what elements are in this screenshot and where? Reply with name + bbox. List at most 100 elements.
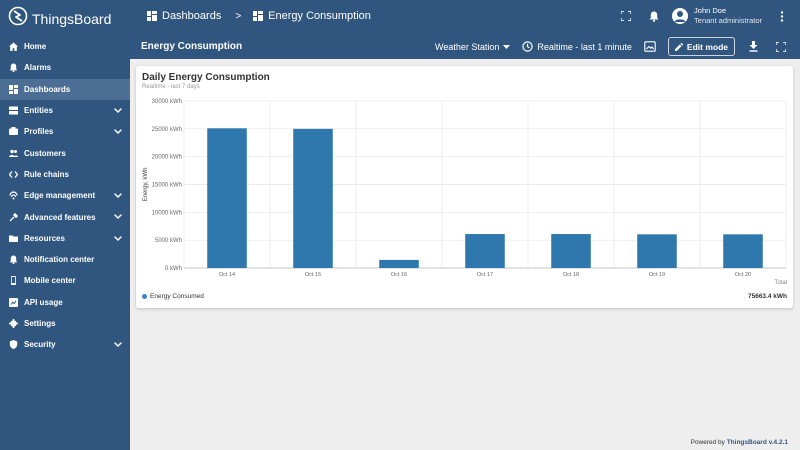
y-tick-label: 30000 kWh <box>152 99 182 105</box>
sidebar-item-label: Edge management <box>24 191 96 201</box>
top-right-tools: John Doe Tenant administrator <box>606 6 790 26</box>
top-bar: ThingsBoard Dashboards > Energy Consumpt… <box>0 0 800 36</box>
sidebar-item-mobile-center[interactable]: Mobile center <box>0 270 130 291</box>
y-tick-label: 20000 kWh <box>152 155 182 161</box>
advanced-icon <box>9 212 18 222</box>
alarm-icon <box>9 63 18 73</box>
edit-mode-button[interactable]: Edit mode <box>667 37 735 56</box>
sidebar-item-label: Dashboards <box>24 84 71 94</box>
user-menu[interactable]: John Doe Tenant administrator <box>672 6 762 26</box>
pencil-icon <box>674 42 683 51</box>
sidebar-item-resources[interactable]: Resources <box>0 228 130 249</box>
widget-card: Daily Energy Consumption Realtime - last… <box>136 66 793 308</box>
total-label: Total <box>774 280 787 286</box>
legend-label: Energy Consumed <box>150 293 204 300</box>
sidebar-item-profiles[interactable]: Profiles <box>0 121 130 142</box>
sidebar-item-customers[interactable]: Customers <box>0 142 130 163</box>
dashboard-icon <box>9 84 18 94</box>
sidebar-item-label: API usage <box>24 297 63 307</box>
sidebar-item-label: Resources <box>24 233 65 243</box>
sidebar-item-advanced-features[interactable]: Advanced features <box>0 206 130 227</box>
sidebar-item-label: Alarms <box>24 63 52 73</box>
avatar <box>672 8 689 24</box>
entity-select-value: Weather Station <box>434 41 500 52</box>
bar <box>293 128 333 268</box>
chevron-down-icon <box>114 234 122 243</box>
sidebar-item-api-usage[interactable]: API usage <box>0 292 130 313</box>
footer-prefix: Powered by <box>690 439 725 446</box>
sidebar-item-label: Settings <box>24 319 56 328</box>
settings-icon <box>9 319 18 328</box>
sidebar-item-label: Notification center <box>24 255 95 265</box>
bar-chart: 0 kWh 5000 kWh 10000 kWh 15000 kWh 20000 kWh… <box>143 99 787 278</box>
total-value: 75663.4 kWh <box>747 293 787 300</box>
thingsboard-logo-icon <box>8 6 28 31</box>
chevron-down-icon <box>114 340 122 349</box>
x-tick-label: Oct 18 <box>563 272 579 278</box>
bar <box>637 234 677 268</box>
breadcrumb-current: Energy Consumption <box>253 10 371 22</box>
breadcrumb-dashboards[interactable]: Dashboards <box>147 10 221 22</box>
chevron-down-icon <box>114 191 122 200</box>
sidebar-item-label: Security <box>24 340 56 350</box>
sidebar: Home Alarms Dashboards Entities Profiles Cust… <box>0 36 130 450</box>
y-axis-label: Energy, kWh <box>143 168 149 202</box>
y-tick-label: 15000 kWh <box>152 183 182 189</box>
sidebar-item-settings[interactable]: Settings <box>0 313 130 334</box>
bar <box>551 234 591 268</box>
x-tick-label: Oct 16 <box>391 272 407 278</box>
profiles-icon <box>9 127 18 136</box>
bell-icon[interactable] <box>646 8 662 24</box>
sidebar-item-edge-management[interactable]: Edge management <box>0 185 130 206</box>
sidebar-item-dashboards[interactable]: Dashboards <box>0 78 130 100</box>
entity-select[interactable]: Weather Station <box>434 41 511 52</box>
breadcrumb-current-label: Energy Consumption <box>268 10 371 22</box>
y-tick-label: 10000 kWh <box>152 210 182 216</box>
sidebar-item-alarms[interactable]: Alarms <box>0 57 130 78</box>
api-usage-icon <box>9 297 18 307</box>
breadcrumb-dashboards-label: Dashboards <box>162 10 222 22</box>
entities-icon <box>9 106 18 115</box>
more-vert-icon[interactable] <box>774 8 790 24</box>
dashboard-icon <box>253 11 264 21</box>
bar <box>723 234 763 268</box>
sidebar-item-security[interactable]: Security <box>0 334 130 355</box>
timewindow-button[interactable]: Realtime - last 1 minute <box>522 41 632 52</box>
user-info: John Doe Tenant administrator <box>694 6 762 26</box>
chevron-down-icon <box>114 127 122 136</box>
chart-legend[interactable]: Energy Consumed <box>142 293 204 300</box>
dashboard-toolbar: Energy Consumption Weather Station Realt… <box>130 36 800 59</box>
footer-brand[interactable]: ThingsBoard v.4.2.1 <box>727 439 788 446</box>
sidebar-item-notification-center[interactable]: Notification center <box>0 249 130 270</box>
sidebar-item-entities[interactable]: Entities <box>0 100 130 121</box>
user-name: John Doe <box>694 6 727 15</box>
sidebar-item-rule-chains[interactable]: Rule chains <box>0 164 130 185</box>
x-tick-label: Oct 17 <box>477 272 493 278</box>
dashboard-tools: Weather Station Realtime - last 1 minute… <box>435 37 786 56</box>
clock-icon <box>522 41 534 52</box>
y-tick-label: 5000 kWh <box>155 238 182 244</box>
footer: Powered by ThingsBoard v.4.2.1 <box>691 439 788 446</box>
fullscreen-icon[interactable] <box>776 41 786 52</box>
x-tick-label: Oct 15 <box>305 272 321 278</box>
image-export-icon[interactable] <box>644 41 656 52</box>
x-tick-label: Oct 14 <box>219 272 235 278</box>
legend-dot <box>142 294 147 299</box>
app-logo[interactable]: ThingsBoard <box>8 6 111 31</box>
sidebar-item-home[interactable]: Home <box>0 36 130 57</box>
edge-icon <box>9 191 18 200</box>
bar <box>207 128 247 268</box>
breadcrumb: Dashboards > Energy Consumption <box>147 10 371 22</box>
app-name: ThingsBoard <box>32 10 112 27</box>
fullscreen-icon[interactable] <box>618 8 634 24</box>
download-icon[interactable] <box>749 41 758 52</box>
sidebar-item-label: Profiles <box>24 127 54 137</box>
bar <box>465 234 505 268</box>
x-tick-label: Oct 20 <box>735 272 751 278</box>
breadcrumb-separator: > <box>235 10 242 22</box>
dashboard-icon <box>147 11 157 21</box>
rule-chains-icon <box>9 170 18 179</box>
x-tick-label: Oct 19 <box>649 272 665 278</box>
sidebar-item-label: Rule chains <box>24 169 69 179</box>
chevron-down-icon <box>114 212 122 221</box>
